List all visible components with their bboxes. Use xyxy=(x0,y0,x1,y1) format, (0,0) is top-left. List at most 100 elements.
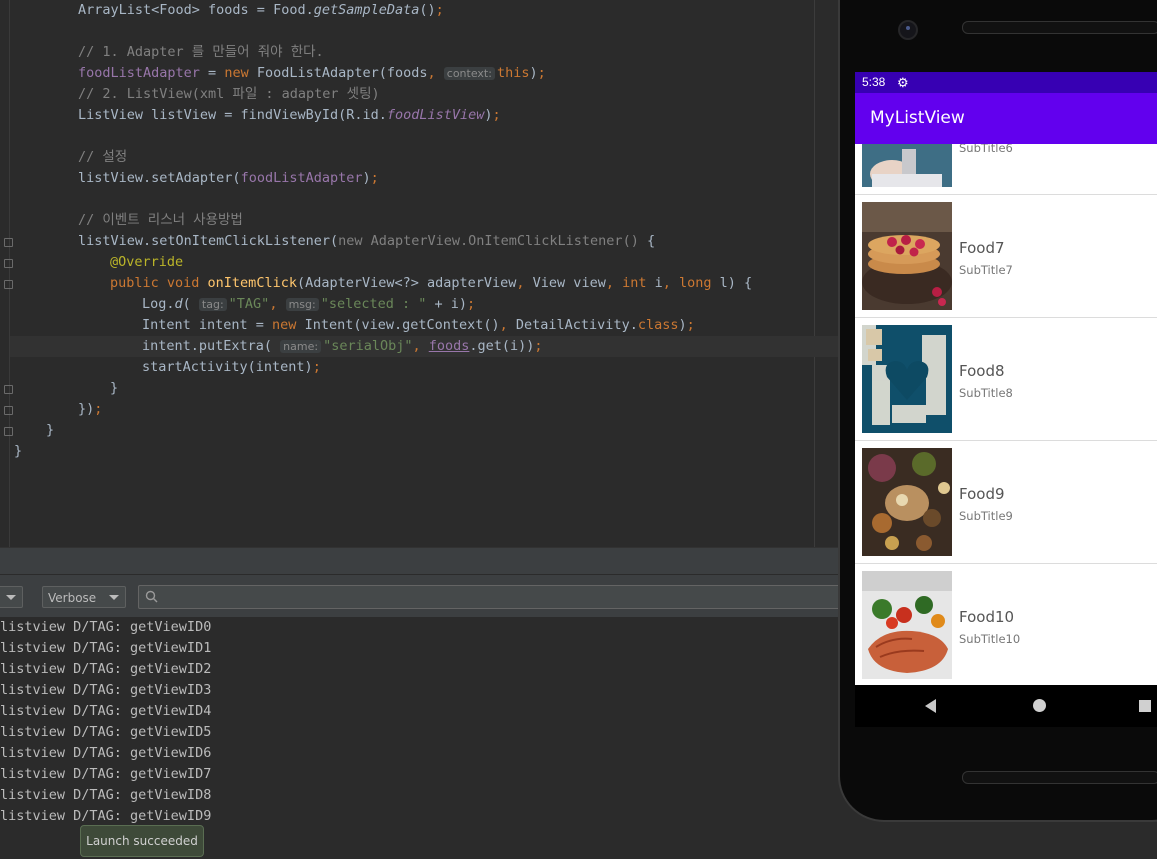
back-icon[interactable] xyxy=(925,699,936,713)
list-item[interactable]: Food7 SubTitle7 xyxy=(855,195,1157,318)
code-token: "selected : " xyxy=(320,296,427,312)
code-token: ; xyxy=(537,65,546,81)
code-token: , xyxy=(269,296,286,312)
code-token: ) xyxy=(484,107,493,123)
code-token: ; xyxy=(94,401,103,417)
code-line[interactable]: } xyxy=(46,420,54,441)
panel-separator xyxy=(0,547,840,574)
code-token: = xyxy=(199,65,225,81)
code-token: } xyxy=(46,422,55,438)
code-line[interactable]: public void onItemClick(AdapterView<?> a… xyxy=(110,273,752,294)
code-line[interactable]: } xyxy=(14,441,22,462)
speaker-grille xyxy=(962,21,1157,34)
code-token: } xyxy=(14,443,23,459)
list-item[interactable]: Food8 SubTitle8 xyxy=(855,318,1157,441)
code-line[interactable]: @Override xyxy=(110,252,183,273)
list-item[interactable]: Food9 SubTitle9 xyxy=(855,441,1157,564)
code-token: ( xyxy=(182,296,199,312)
code-token: foodListAdapter xyxy=(240,170,363,186)
code-line[interactable]: ArrayList<Food> foods = Food.getSampleDa… xyxy=(78,0,444,21)
food-list-view[interactable]: SubTitle6 Food7 SubTitle7 Food8 SubTitle… xyxy=(855,144,1157,685)
fold-icon[interactable] xyxy=(4,427,13,436)
code-token: // 설정 xyxy=(78,149,128,165)
parameter-hint: tag: xyxy=(198,298,227,311)
code-token: ; xyxy=(534,338,543,354)
speaker-grille xyxy=(962,771,1157,784)
code-token: } xyxy=(110,380,119,396)
log-line: listview D/TAG: getViewID2 xyxy=(0,661,212,677)
device-dropdown[interactable] xyxy=(0,586,23,608)
code-token: , xyxy=(499,317,516,333)
food-thumbnail xyxy=(862,202,952,310)
code-line[interactable]: // 설정 xyxy=(78,147,127,168)
log-line: listview D/TAG: getViewID8 xyxy=(0,787,212,803)
code-token: Intent intent = xyxy=(142,317,273,333)
fold-icon[interactable] xyxy=(4,238,13,247)
gutter-divider xyxy=(9,0,10,547)
fold-icon[interactable] xyxy=(4,406,13,415)
code-token: d xyxy=(174,296,183,312)
code-token: l) { xyxy=(719,275,753,291)
code-token: foodListAdapter xyxy=(78,65,200,81)
code-line[interactable]: startActivity(intent); xyxy=(142,357,321,378)
item-subtitle: SubTitle9 xyxy=(959,509,1013,523)
code-line[interactable]: }); xyxy=(78,399,102,420)
chevron-down-icon xyxy=(6,595,16,600)
right-margin-guide xyxy=(814,0,815,547)
home-icon[interactable] xyxy=(1033,699,1046,712)
item-subtitle: SubTitle6 xyxy=(959,144,1013,155)
list-item[interactable]: SubTitle6 xyxy=(855,144,1157,195)
code-line[interactable]: listView.setOnItemClickListener(new Adap… xyxy=(78,231,655,252)
launch-toast[interactable]: Launch succeeded xyxy=(80,825,204,857)
code-token: ; xyxy=(467,296,476,312)
code-line[interactable]: ListView listView = findViewById(R.id.fo… xyxy=(78,105,501,126)
code-token: Log. xyxy=(142,296,175,312)
code-line[interactable]: // 1. Adapter 를 만들어 줘야 한다. xyxy=(78,42,324,63)
code-line[interactable]: Intent intent = new Intent(view.getConte… xyxy=(142,315,695,336)
code-token: , int xyxy=(605,275,655,291)
code-line[interactable]: listView.setAdapter(foodListAdapter); xyxy=(78,168,379,189)
code-token: listView.setAdapter( xyxy=(78,170,241,186)
logcat-toolbar: Verbose xyxy=(0,574,840,618)
code-token: ; xyxy=(686,317,695,333)
parameter-hint: name: xyxy=(280,340,322,353)
code-token: (AdapterView<?> adapterView xyxy=(296,275,517,291)
code-editor[interactable]: ArrayList<Food> foods = Food.getSampleDa… xyxy=(0,0,840,547)
parameter-hint: context: xyxy=(443,67,495,80)
code-line[interactable]: intent.putExtra( name: "serialObj", foods… xyxy=(142,336,543,357)
code-token: startActivity(intent) xyxy=(142,359,313,375)
gear-icon: ⚙ xyxy=(897,75,909,90)
code-token: { xyxy=(646,233,656,249)
code-token: foodListView xyxy=(386,107,485,123)
logcat-search-input[interactable] xyxy=(138,585,840,609)
code-line[interactable]: foodListAdapter = new FoodListAdapter(fo… xyxy=(78,63,546,84)
food-thumbnail xyxy=(862,325,952,433)
code-token: getSampleData xyxy=(313,2,420,18)
fold-icon[interactable] xyxy=(4,259,13,268)
code-line[interactable]: Log.d( tag: "TAG", msg: "selected : " + i)… xyxy=(142,294,475,315)
code-token: class xyxy=(637,317,679,333)
app-bar: MyListView xyxy=(855,93,1157,144)
fold-icon[interactable] xyxy=(4,385,13,394)
code-line[interactable]: // 이벤트 리스너 사용방법 xyxy=(78,210,243,231)
code-token: // 1. Adapter 를 만들어 줘야 한다. xyxy=(78,44,324,60)
log-line: listview D/TAG: getViewID0 xyxy=(0,619,212,635)
list-item[interactable]: Food10 SubTitle10 xyxy=(855,564,1157,685)
code-token: "TAG" xyxy=(228,296,270,312)
log-level-dropdown[interactable]: Verbose xyxy=(42,586,126,608)
code-token: , xyxy=(427,65,444,81)
phone-screen[interactable]: 5:38 ⚙ MyListView SubTitle6 Food7 SubTit… xyxy=(855,72,1157,685)
logcat-output[interactable]: listview D/TAG: getViewID0 listview D/TA… xyxy=(0,617,840,859)
code-line[interactable]: } xyxy=(110,378,118,399)
app-title: MyListView xyxy=(870,108,965,128)
code-line[interactable]: // 2. ListView(xml 파일 : adapter 셋팅) xyxy=(78,84,380,105)
food-thumbnail xyxy=(862,448,952,556)
fold-icon[interactable] xyxy=(4,280,13,289)
recent-apps-icon[interactable] xyxy=(1139,700,1151,712)
log-line: listview D/TAG: getViewID5 xyxy=(0,724,212,740)
parameter-hint: msg: xyxy=(285,298,319,311)
food-thumbnail xyxy=(862,144,952,187)
item-subtitle: SubTitle7 xyxy=(959,263,1013,277)
code-token: i xyxy=(654,275,663,291)
log-level-value: Verbose xyxy=(48,591,97,605)
